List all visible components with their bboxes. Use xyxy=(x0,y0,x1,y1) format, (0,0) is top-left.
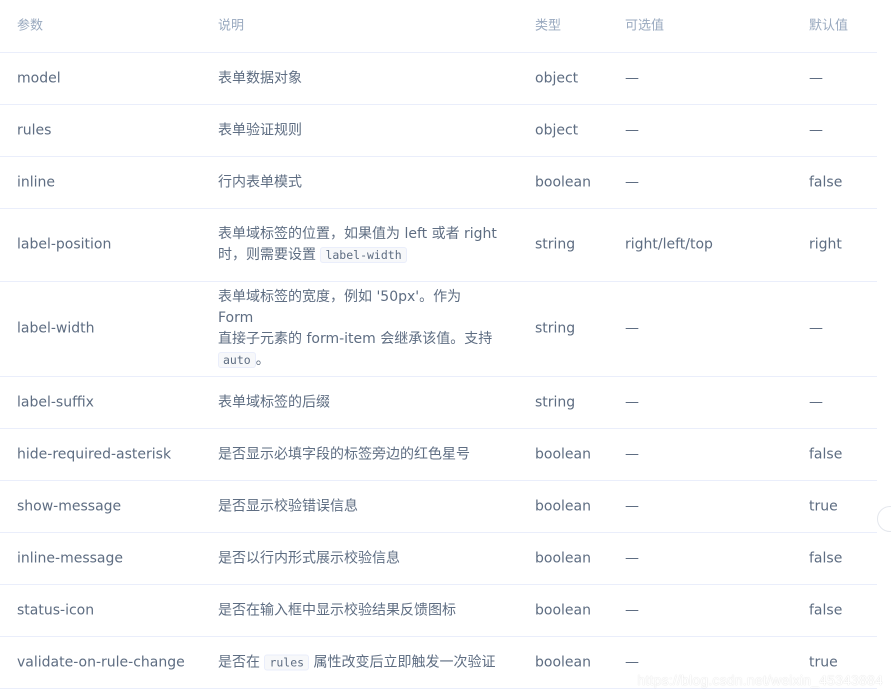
default-cell: right xyxy=(809,236,842,253)
options-cell: — xyxy=(625,70,639,86)
desc-text: 属性改变后立即触发一次验证 xyxy=(313,654,496,670)
type-cell: boolean xyxy=(535,550,591,566)
default-cell: — xyxy=(809,70,823,86)
param-cell: status-icon xyxy=(17,602,95,618)
table-row: label-position 表单域标签的位置，如果值为 left 或者 rig… xyxy=(0,209,877,282)
desc-cell: 是否显示校验错误信息 xyxy=(218,498,358,514)
desc-text: 直接子元素的 form-item 会继承该值。支持 xyxy=(218,331,493,347)
desc-text: 表单域标签的宽度，例如 '50px'。作为 Form xyxy=(218,289,462,326)
options-cell: — xyxy=(625,550,639,566)
desc-cell: 是否在输入框中显示校验结果反馈图标 xyxy=(218,602,456,618)
table-row: show-message 是否显示校验错误信息 boolean — true xyxy=(0,481,877,533)
desc-cell: 行内表单模式 xyxy=(218,174,302,190)
table-row: label-suffix 表单域标签的后缀 string — — xyxy=(0,377,877,429)
desc-cell: 是否以行内形式展示校验信息 xyxy=(218,550,400,566)
desc-cell: 表单数据对象 xyxy=(218,70,302,86)
options-cell: — xyxy=(625,394,639,410)
type-cell: string xyxy=(535,320,576,337)
default-cell: false xyxy=(809,602,843,618)
desc-cell: 表单域标签的位置，如果值为 left 或者 right 时，则需要设置 labe… xyxy=(218,224,498,266)
desc-cell: 是否在 rules 属性改变后立即触发一次验证 xyxy=(218,652,498,673)
header-options: 可选值 xyxy=(625,18,665,34)
desc-cell: 表单验证规则 xyxy=(218,122,302,138)
inline-code: auto xyxy=(218,352,256,368)
desc-text: 是否在 xyxy=(218,654,260,670)
table-header-row: 参数 说明 类型 可选值 默认值 xyxy=(0,0,877,53)
desc-text: 。 xyxy=(255,352,270,368)
options-cell: — xyxy=(625,174,639,190)
desc-text: 时，则需要设置 xyxy=(218,247,316,263)
param-cell: show-message xyxy=(17,498,122,514)
default-cell: — xyxy=(809,394,823,410)
table-row: inline-message 是否以行内形式展示校验信息 boolean — f… xyxy=(0,533,877,585)
param-cell: rules xyxy=(17,122,52,138)
desc-text: 表单域标签的位置，如果值为 left 或者 right xyxy=(218,226,497,242)
type-cell: string xyxy=(535,236,576,253)
desc-cell: 表单域标签的后缀 xyxy=(218,394,330,410)
header-description: 说明 xyxy=(218,18,245,34)
form-attributes-table: 参数 说明 类型 可选值 默认值 model 表单数据对象 object — —… xyxy=(0,0,877,689)
options-cell: — xyxy=(625,122,639,138)
default-cell: true xyxy=(809,498,838,514)
options-cell: right/left/top xyxy=(625,236,713,253)
table-row: status-icon 是否在输入框中显示校验结果反馈图标 boolean — … xyxy=(0,585,877,637)
desc-cell: 表单域标签的宽度，例如 '50px'。作为 Form 直接子元素的 form-i… xyxy=(218,287,498,371)
param-cell: inline xyxy=(17,174,56,190)
type-cell: boolean xyxy=(535,174,591,190)
scroll-edge-handle[interactable] xyxy=(877,506,891,532)
param-cell: label-width xyxy=(17,320,95,337)
options-cell: — xyxy=(625,602,639,618)
default-cell: false xyxy=(809,174,843,190)
options-cell: — xyxy=(625,654,639,670)
table-row: inline 行内表单模式 boolean — false xyxy=(0,157,877,209)
options-cell: — xyxy=(625,320,639,337)
inline-code: rules xyxy=(264,654,310,670)
default-cell: false xyxy=(809,550,843,566)
desc-cell: 是否显示必填字段的标签旁边的红色星号 xyxy=(218,446,470,462)
type-cell: boolean xyxy=(535,446,591,462)
options-cell: — xyxy=(625,498,639,514)
param-cell: validate-on-rule-change xyxy=(17,654,185,670)
type-cell: object xyxy=(535,70,579,86)
default-cell: — xyxy=(809,122,823,138)
type-cell: boolean xyxy=(535,602,591,618)
watermark-text: https://blog.csdn.net/weixin_45343884 xyxy=(637,672,883,688)
type-cell: boolean xyxy=(535,654,591,670)
param-cell: model xyxy=(17,70,61,86)
default-cell: true xyxy=(809,654,838,670)
default-cell: — xyxy=(809,320,823,337)
type-cell: string xyxy=(535,394,576,410)
header-param: 参数 xyxy=(17,18,44,34)
default-cell: false xyxy=(809,446,843,462)
param-cell: hide-required-asterisk xyxy=(17,446,172,462)
options-cell: — xyxy=(625,446,639,462)
type-cell: boolean xyxy=(535,498,591,514)
table-row: label-width 表单域标签的宽度，例如 '50px'。作为 Form 直… xyxy=(0,282,877,377)
table-row: hide-required-asterisk 是否显示必填字段的标签旁边的红色星… xyxy=(0,429,877,481)
type-cell: object xyxy=(535,122,579,138)
header-type: 类型 xyxy=(535,18,562,34)
param-cell: label-position xyxy=(17,236,112,253)
table-row: rules 表单验证规则 object — — xyxy=(0,105,877,157)
header-default: 默认值 xyxy=(809,18,849,34)
param-cell: label-suffix xyxy=(17,394,94,410)
table-row: model 表单数据对象 object — — xyxy=(0,53,877,105)
param-cell: inline-message xyxy=(17,550,123,566)
inline-code: label-width xyxy=(320,247,407,263)
